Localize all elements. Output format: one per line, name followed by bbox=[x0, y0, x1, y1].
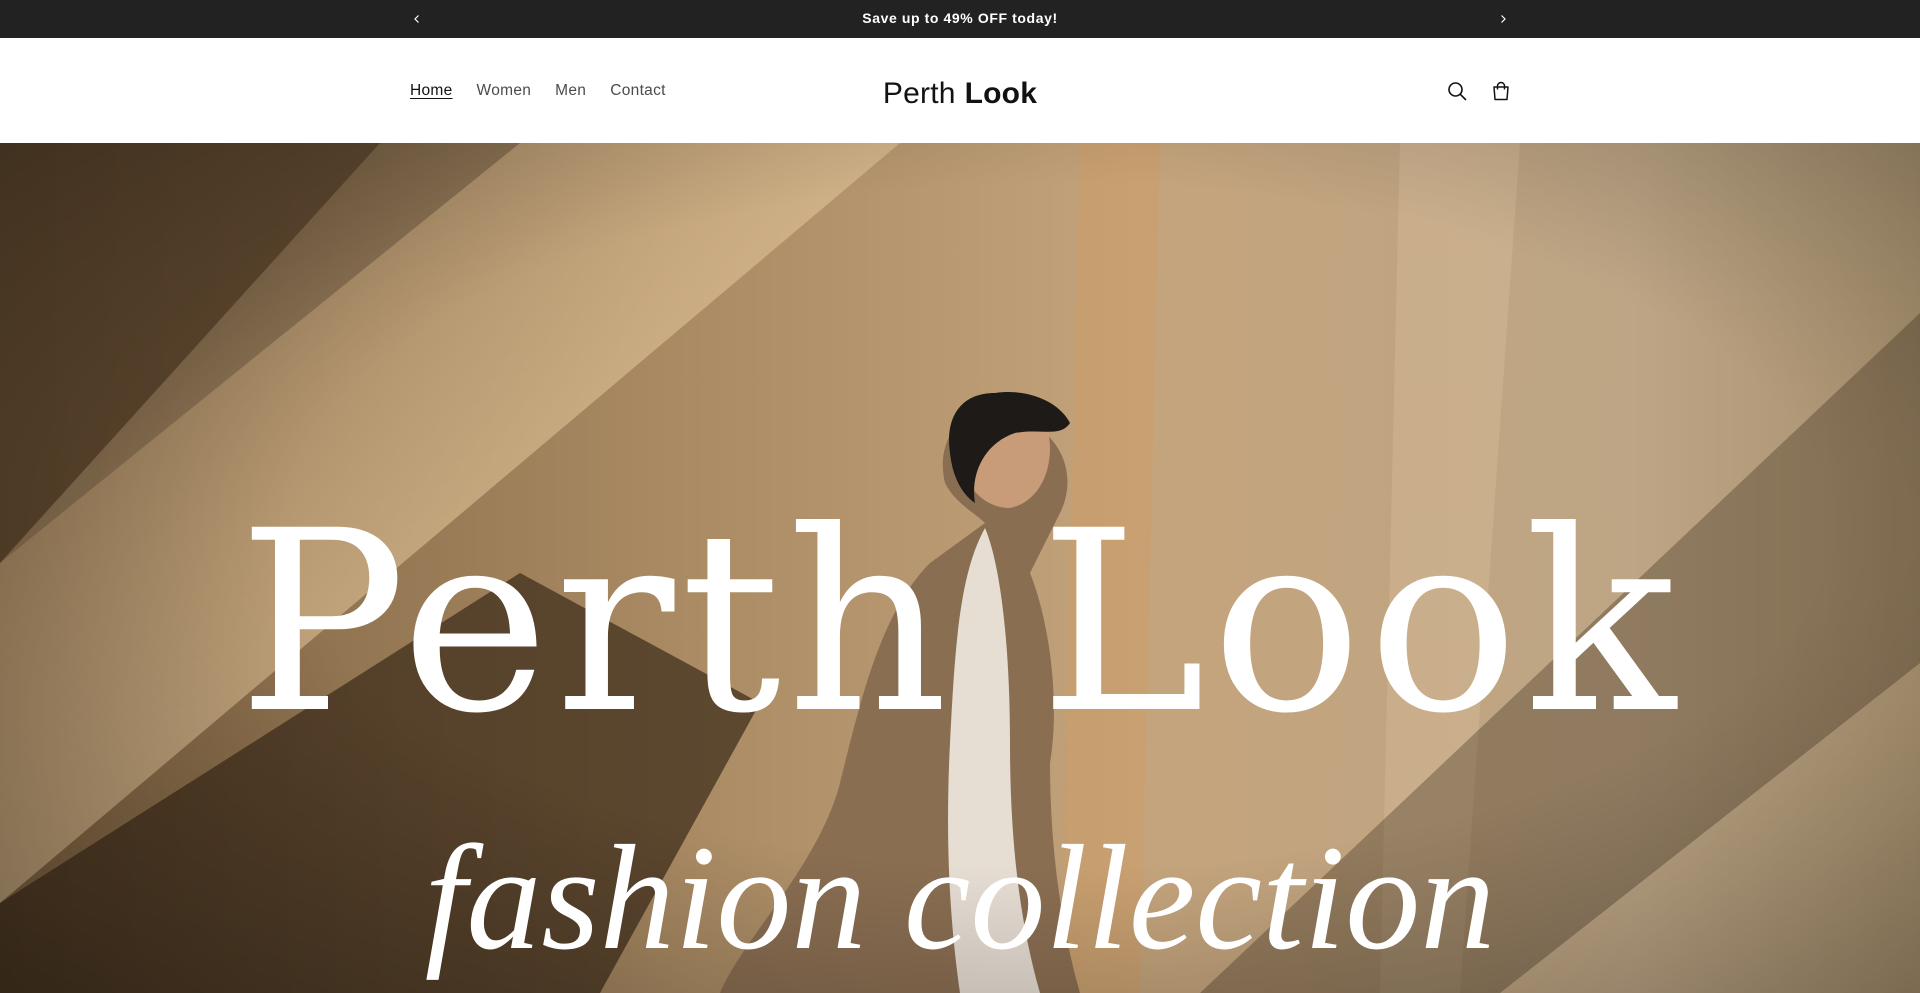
site-header: Home Women Men Contact Perth Look bbox=[0, 38, 1920, 143]
cart-icon bbox=[1493, 81, 1509, 100]
hero-subtitle: fashion collection bbox=[424, 815, 1496, 981]
site-logo[interactable]: Perth Look bbox=[0, 38, 1920, 143]
search-icon bbox=[1448, 81, 1467, 100]
announcement-message: Save up to 49% OFF today! bbox=[862, 10, 1058, 26]
logo-text-bold: Look bbox=[964, 76, 1038, 110]
cart-button[interactable] bbox=[1484, 74, 1518, 108]
logo-text-regular: Perth bbox=[882, 76, 956, 110]
announcement-bar: Save up to 49% OFF today! bbox=[0, 0, 1920, 38]
announcement-next-button[interactable] bbox=[1486, 0, 1520, 38]
search-button[interactable] bbox=[1440, 74, 1474, 108]
header-actions bbox=[1430, 38, 1518, 143]
hero-title: Perth Look bbox=[238, 477, 1682, 768]
chevron-right-icon bbox=[1501, 15, 1506, 23]
hero-banner: Perth Look fashion collection bbox=[0, 143, 1920, 993]
